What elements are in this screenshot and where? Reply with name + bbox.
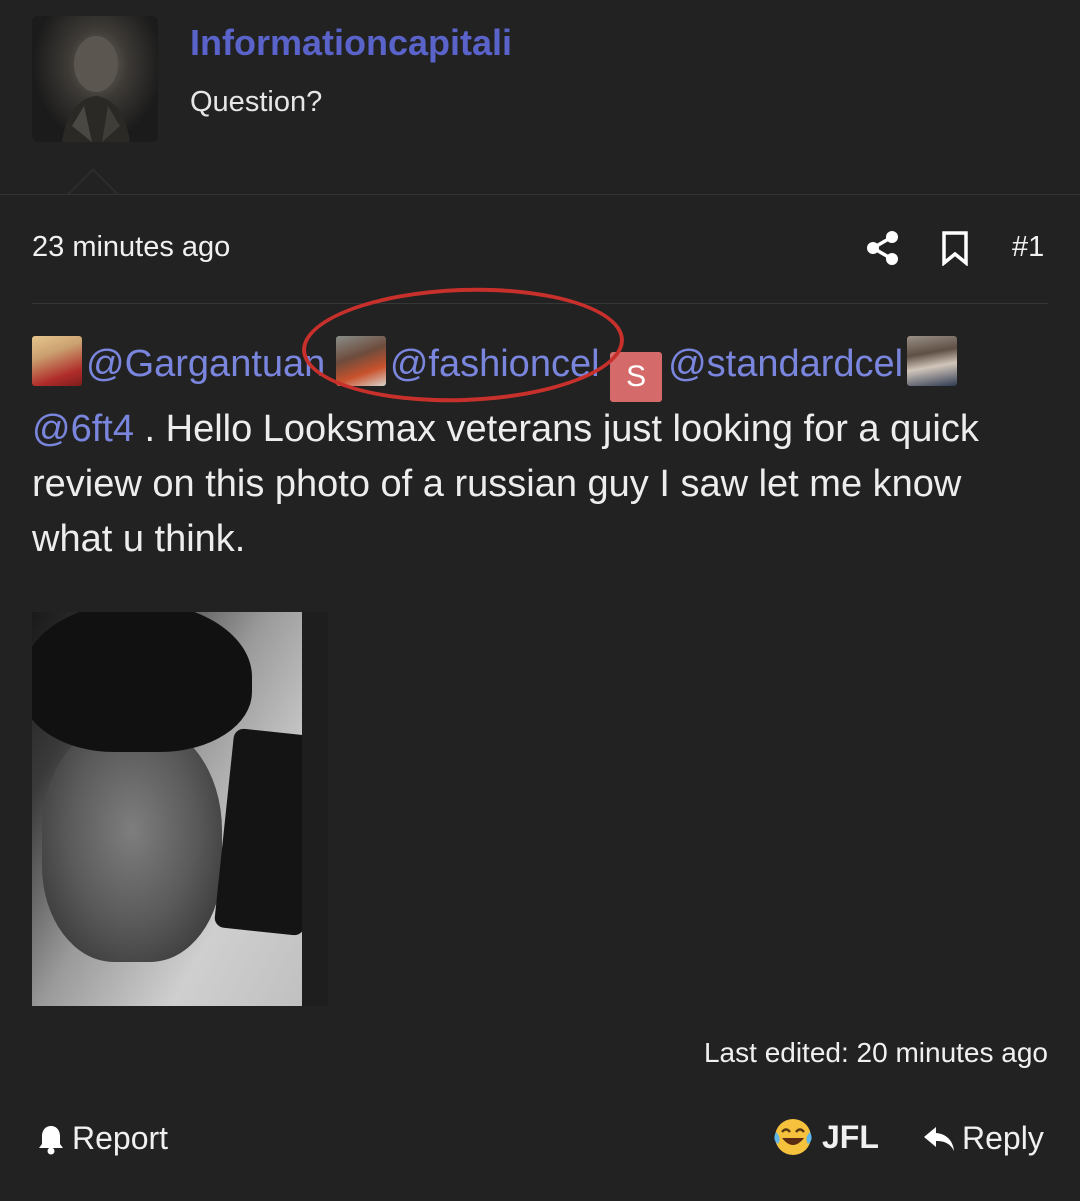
- report-button[interactable]: Report: [36, 1120, 168, 1157]
- meta-divider: [32, 303, 1048, 304]
- bell-icon: [39, 1125, 63, 1154]
- mention-gargantuan[interactable]: @Gargantuan: [86, 343, 325, 385]
- last-edited[interactable]: Last edited: 20 minutes ago: [704, 1037, 1048, 1069]
- mention-avatar-standardcel[interactable]: S: [610, 352, 663, 402]
- photo-face: [42, 722, 222, 962]
- jfl-reaction-button[interactable]: JFL: [772, 1116, 879, 1158]
- mention-fashioncel[interactable]: @fashioncel: [390, 343, 600, 385]
- laughing-crying-emoji-icon: [774, 1119, 812, 1155]
- share-icon[interactable]: [866, 230, 900, 266]
- mention-avatar-fashioncel[interactable]: [335, 336, 386, 386]
- attached-photo[interactable]: [32, 612, 328, 1006]
- user-title: Question?: [190, 86, 323, 118]
- photo-edge: [302, 612, 328, 1006]
- mention-avatar-6ft4[interactable]: [907, 336, 958, 386]
- mention-avatar-gargantuan[interactable]: [32, 336, 82, 386]
- report-label: Report: [72, 1120, 169, 1156]
- reply-label: Reply: [962, 1120, 1044, 1156]
- mention-standardcel[interactable]: @standardcel: [668, 343, 903, 385]
- jfl-label: JFL: [822, 1118, 879, 1155]
- arrow-notch-inner: [68, 171, 118, 196]
- forum-post: Informationcapitali Question? 23 minutes…: [0, 0, 1080, 1201]
- post-header: Informationcapitali Question?: [0, 0, 1080, 196]
- post-body: @Gargantuan @fashioncel S @standardcel @6…: [32, 336, 1052, 567]
- reply-button[interactable]: Reply: [922, 1120, 1044, 1157]
- post-timestamp[interactable]: 23 minutes ago: [32, 231, 230, 264]
- username[interactable]: Informationcapitali: [190, 22, 512, 64]
- user-avatar[interactable]: [32, 16, 158, 142]
- reply-arrow-icon: [924, 1126, 954, 1151]
- photo-hair: [32, 612, 252, 752]
- post-number[interactable]: #1: [1012, 231, 1044, 264]
- header-divider: [0, 194, 1080, 195]
- avatar-portrait: [62, 36, 130, 142]
- mention-6ft4[interactable]: @6ft4: [32, 408, 134, 450]
- post-body-text: . Hello Looksmax veterans just looking f…: [32, 408, 979, 560]
- bookmark-icon[interactable]: [940, 230, 970, 266]
